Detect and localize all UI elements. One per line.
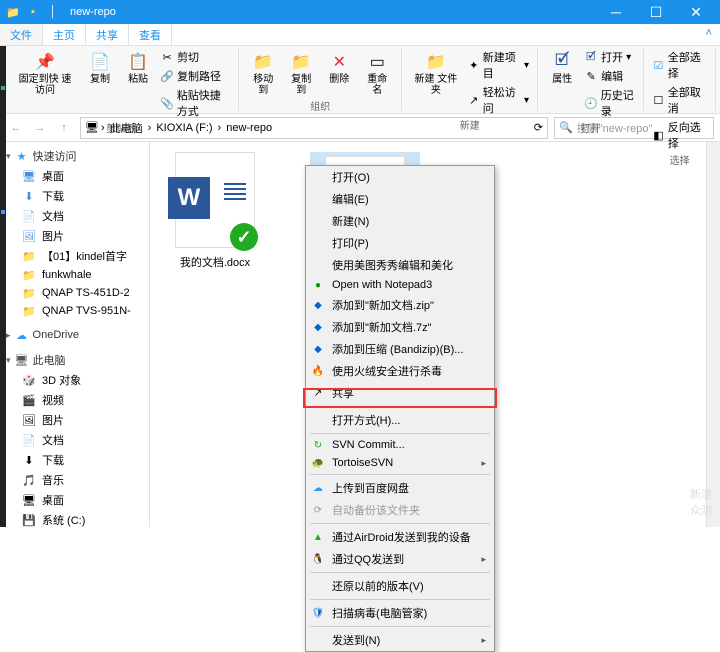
scan-icon: 🛡 [311,606,325,620]
edit-button[interactable]: ✎编辑 [582,67,637,85]
sidebar-item[interactable]: 📄文档 [0,430,149,450]
nav-sidebar: ▾★快速访问 🖥桌面 ⬇下载 📄文档 🖼图片 📁【01】kindel首字 📁fu… [0,142,150,527]
menu-qq[interactable]: 🐧通过QQ发送到▸ [306,548,494,570]
tab-home[interactable]: 主页 [43,24,86,45]
maximize-button[interactable]: ☐ [636,0,676,24]
window-title: new-repo [70,6,116,18]
share-icon: ↗ [311,386,325,400]
sidebar-item[interactable]: ⬇下载 [0,450,149,470]
huorong-icon: 🔥 [311,364,325,378]
back-button[interactable]: ← [6,118,26,138]
menu-print[interactable]: 打印(P) [306,232,494,254]
search-icon: 🔍 [559,121,573,134]
delete-button[interactable]: ✕删除 [321,48,357,87]
rename-button[interactable]: ▭重命名 [359,48,395,98]
pin-button[interactable]: 📌固定到快 速访问 [10,48,80,98]
sidebar-item[interactable]: 🖼图片 [0,410,149,430]
minimize-button[interactable]: ─ [596,0,636,24]
ribbon: 📌固定到快 速访问 📄复制 📋粘贴 ✂剪切 🔗复制路径 📎粘贴快捷方式 剪贴板 … [0,46,720,114]
sidebar-item[interactable]: ⬇下载 [0,186,149,206]
qq-icon: 🐧 [311,552,325,566]
baidu-icon: ☁ [311,481,325,495]
sidebar-item[interactable]: 🎵音乐 [0,470,149,490]
selectall-button[interactable]: ☑全部选择 [650,48,709,82]
backup-icon: ⟳ [311,503,325,517]
svn-normal-icon: ✓ [230,223,258,251]
sidebar-item[interactable]: 📁QNAP TVS-951N- [0,302,149,320]
open-button[interactable]: 🗹打开 ▾ [582,48,637,66]
menu-share[interactable]: ↗共享 [306,382,494,404]
sidebar-item[interactable]: 🖥桌面 [0,166,149,186]
zip-icon: ◆ [311,298,325,312]
selectnone-button[interactable]: ☐全部取消 [650,83,709,117]
tortoise-icon: 🐢 [311,456,325,470]
scrollbar[interactable] [706,142,720,527]
bandizip-icon: ◆ [311,342,325,356]
props-button[interactable]: 🗹属性 [544,48,580,87]
airdroid-icon: ▲ [311,530,325,544]
copypath-button[interactable]: 🔗复制路径 [158,67,232,85]
watermark: 新浪众测 [690,487,712,519]
svn-commit-icon: ↻ [311,438,325,452]
file-item[interactable]: W ✓ 我的文档.docx [160,152,270,270]
menu-notepad[interactable]: ●Open with Notepad3 [306,276,494,294]
menu-new[interactable]: 新建(N) [306,210,494,232]
menu-autobak: ⟳自动备份该文件夹 [306,499,494,521]
menu-tortoise[interactable]: 🐢TortoiseSVN▸ [306,454,494,472]
tab-view[interactable]: 查看 [129,24,172,45]
tab-share[interactable]: 共享 [86,24,129,45]
newfolder-button[interactable]: 📁新建 文件夹 [408,48,463,98]
cut-button[interactable]: ✂剪切 [158,48,232,66]
folder-icon: 📁 [4,3,22,21]
newitem-button[interactable]: ✦新建项目 ▾ [466,48,531,82]
menu-restore[interactable]: 还原以前的版本(V) [306,575,494,597]
menu-sendto[interactable]: 发送到(N)▸ [306,629,494,651]
sidebar-item[interactable]: 💾系统 (C:) [0,510,149,527]
menu-edit[interactable]: 编辑(E) [306,188,494,210]
menu-svncommit[interactable]: ↻SVN Commit... [306,436,494,454]
history-button[interactable]: 🕘历史记录 [582,86,637,120]
ribbon-collapse-icon[interactable]: ˄ [698,24,720,45]
menu-addzip[interactable]: ◆添加到"新加文档.zip" [306,294,494,316]
moveto-button[interactable]: 📁移动到 [245,48,281,98]
sidebar-quickaccess[interactable]: ▾★快速访问 [0,146,149,166]
menu-airdroid[interactable]: ▲通过AirDroid发送到我的设备 [306,526,494,548]
app-icon: ▪ [24,3,42,21]
sidebar-item[interactable]: 📁funkwhale [0,266,149,284]
forward-button[interactable]: → [30,118,50,138]
copyto-button[interactable]: 📁复制到 [283,48,319,98]
divider-icon: │ [44,3,62,21]
sidebar-onedrive[interactable]: ▸☁OneDrive [0,326,149,344]
notepad-icon: ● [311,278,325,292]
sidebar-thispc[interactable]: ▾🖥此电脑 [0,350,149,370]
sidebar-item[interactable]: 📁QNAP TS-451D-2 [0,284,149,302]
title-bar: 📁 ▪ │ new-repo ─ ☐ ✕ [0,0,720,24]
up-button[interactable]: ↑ [54,118,74,138]
easyaccess-button[interactable]: ↗轻松访问 ▾ [466,83,531,117]
menu-open[interactable]: 打开(O) [306,166,494,188]
ribbon-tabs: 文件 主页 共享 查看 ˄ [0,24,720,46]
context-menu: 打开(O) 编辑(E) 新建(N) 打印(P) 使用美图秀秀编辑和美化 ●Ope… [305,165,495,652]
menu-meitu[interactable]: 使用美图秀秀编辑和美化 [306,254,494,276]
paste-button[interactable]: 📋粘贴 [120,48,156,87]
pc-icon: 🖥 [85,121,99,134]
sidebar-item[interactable]: 🖥桌面 [0,490,149,510]
sidebar-item[interactable]: 🖼图片 [0,226,149,246]
menu-bandizip[interactable]: ◆添加到压缩 (Bandizip)(B)... [306,338,494,360]
close-button[interactable]: ✕ [676,0,716,24]
copy-button[interactable]: 📄复制 [82,48,118,87]
sidebar-item[interactable]: 🎲3D 对象 [0,370,149,390]
sidebar-item[interactable]: 🎬视频 [0,390,149,410]
sidebar-item[interactable]: 📄文档 [0,206,149,226]
menu-add7z[interactable]: ◆添加到"新加文档.7z" [306,316,494,338]
menu-huorong[interactable]: 🔥使用火绒安全进行杀毒 [306,360,494,382]
menu-openwith[interactable]: 打开方式(H)... [306,409,494,431]
sidebar-item[interactable]: 📁【01】kindel首字 [0,246,149,266]
menu-scan[interactable]: 🛡扫描病毒(电脑管家) [306,602,494,624]
7z-icon: ◆ [311,320,325,334]
menu-baidu[interactable]: ☁上传到百度网盘 [306,477,494,499]
pasteshortcut-button[interactable]: 📎粘贴快捷方式 [158,86,232,120]
tab-file[interactable]: 文件 [0,24,43,45]
